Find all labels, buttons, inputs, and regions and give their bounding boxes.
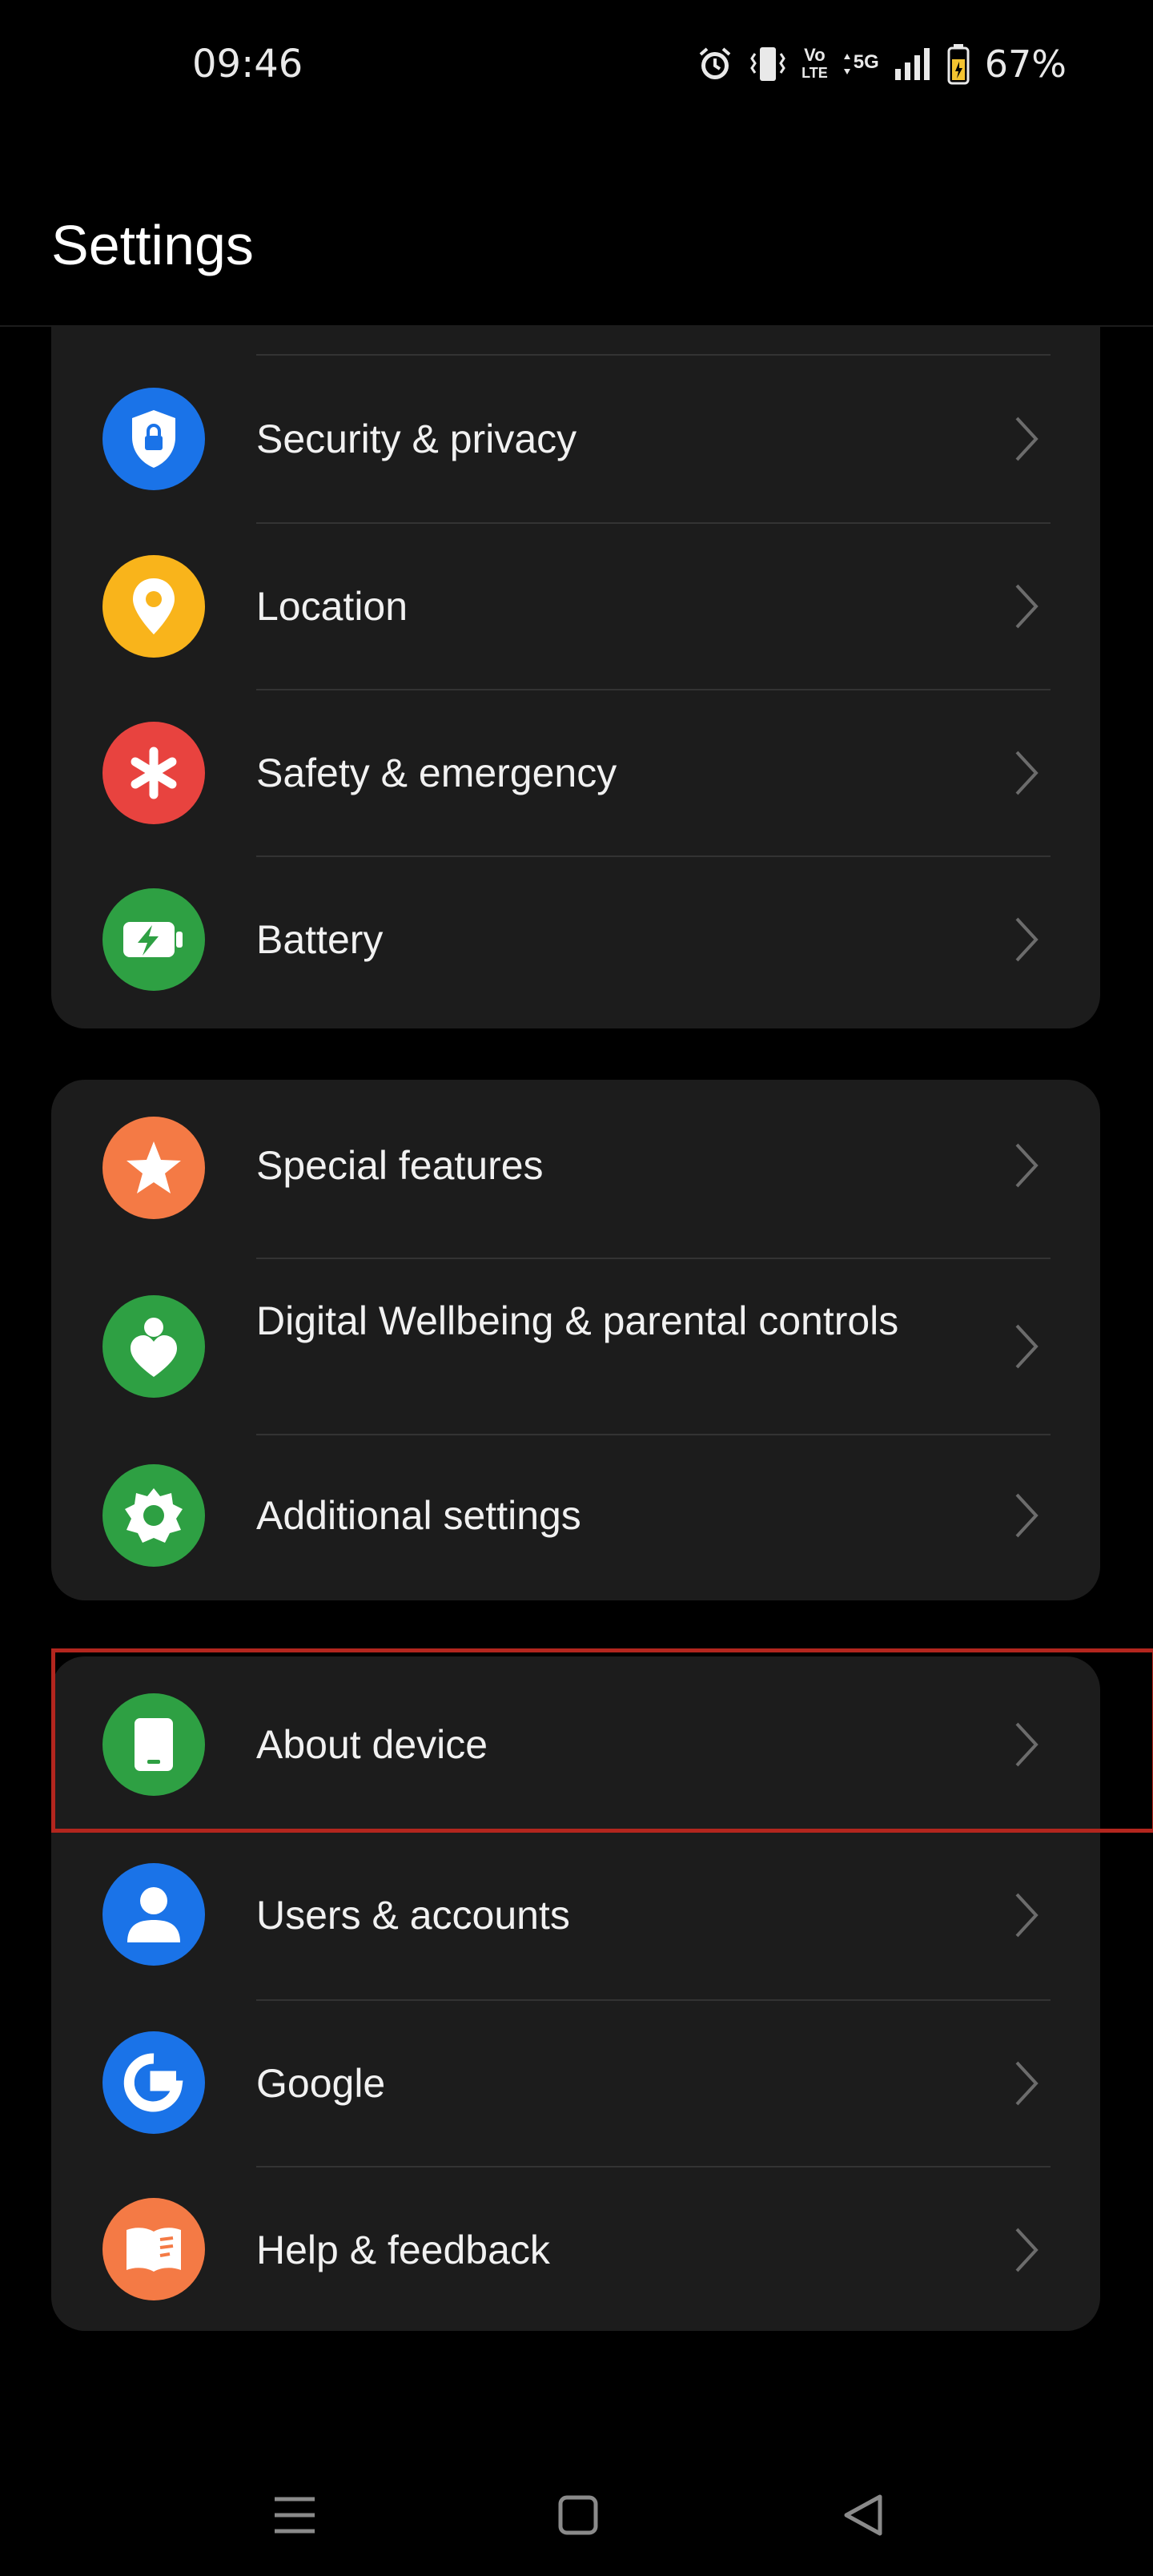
chevron-right-icon bbox=[1015, 1722, 1039, 1767]
chevron-right-icon bbox=[1015, 1893, 1039, 1938]
settings-item-special-features[interactable]: Special features bbox=[51, 1080, 1100, 1251]
settings-item-digital-wellbeing[interactable]: Digital Wellbeing & parental controls bbox=[51, 1259, 1100, 1434]
chevron-right-icon bbox=[1015, 751, 1039, 795]
settings-group-3: About device Users & accounts Google Hel… bbox=[51, 1656, 1100, 2331]
alarm-icon bbox=[696, 45, 734, 83]
menu-icon[interactable] bbox=[263, 2483, 327, 2547]
settings-item-safety-emergency[interactable]: Safety & emergency bbox=[51, 690, 1100, 855]
settings-item-google[interactable]: Google bbox=[51, 2001, 1100, 2166]
settings-item-label: Safety & emergency bbox=[256, 751, 617, 795]
volte-icon: Vo LTE bbox=[801, 46, 828, 82]
settings-item-label: Users & accounts bbox=[256, 1893, 570, 1938]
battery-bolt-icon bbox=[102, 888, 205, 991]
status-time: 09:46 bbox=[192, 42, 303, 87]
gear-icon bbox=[102, 1464, 205, 1567]
back-icon[interactable] bbox=[831, 2483, 895, 2547]
location-pin-icon bbox=[102, 555, 205, 658]
settings-item-users-accounts[interactable]: Users & accounts bbox=[51, 1833, 1100, 1998]
app-header: Settings bbox=[0, 136, 1153, 327]
settings-item-label: Digital Wellbeing & parental controls bbox=[256, 1298, 899, 1343]
chevron-right-icon bbox=[1015, 584, 1039, 629]
chevron-right-icon bbox=[1015, 1143, 1039, 1188]
google-icon bbox=[102, 2031, 205, 2134]
status-bar: 09:46 Vo LTE 5G 67% bbox=[0, 0, 1153, 136]
settings-item-location[interactable]: Location bbox=[51, 524, 1100, 689]
5g-icon: 5G bbox=[842, 52, 879, 76]
volte-label-bottom: LTE bbox=[801, 65, 828, 81]
vibrate-icon bbox=[749, 44, 787, 84]
settings-item-label: Battery bbox=[256, 917, 384, 962]
star-icon bbox=[102, 1117, 205, 1219]
settings-item-label: Google bbox=[256, 2061, 386, 2106]
volte-label-top: Vo bbox=[804, 45, 826, 65]
page-title: Settings bbox=[51, 214, 254, 276]
settings-item-security-privacy[interactable]: Security & privacy bbox=[51, 356, 1100, 522]
book-icon bbox=[102, 2198, 205, 2300]
settings-item-label: Help & feedback bbox=[256, 2228, 550, 2272]
settings-item-label: Security & privacy bbox=[256, 417, 577, 461]
shield-lock-icon bbox=[102, 388, 205, 490]
settings-item-battery[interactable]: Battery bbox=[51, 857, 1100, 1022]
settings-group-1: Security & privacy Location Safety & eme… bbox=[51, 327, 1100, 1028]
signal-icon bbox=[894, 45, 932, 83]
navigation-bar bbox=[0, 2451, 1153, 2576]
settings-item-label: About device bbox=[256, 1722, 488, 1767]
settings-item-additional-settings[interactable]: Additional settings bbox=[51, 1435, 1100, 1600]
settings-item-help-feedback[interactable]: Help & feedback bbox=[51, 2167, 1100, 2331]
settings-item-label: Location bbox=[256, 584, 408, 629]
settings-item-about-device[interactable]: About device bbox=[51, 1656, 1100, 1823]
chevron-right-icon bbox=[1015, 1324, 1039, 1369]
settings-item-label: Special features bbox=[256, 1143, 544, 1188]
asterisk-icon bbox=[102, 722, 205, 824]
chevron-right-icon bbox=[1015, 1493, 1039, 1538]
wellbeing-icon bbox=[102, 1295, 205, 1398]
phone-device-icon bbox=[102, 1693, 205, 1796]
chevron-right-icon bbox=[1015, 2228, 1039, 2272]
chevron-right-icon bbox=[1015, 2061, 1039, 2106]
chevron-right-icon bbox=[1015, 417, 1039, 461]
settings-group-2: Special features Digital Wellbeing & par… bbox=[51, 1080, 1100, 1600]
network-label: 5G bbox=[853, 51, 879, 73]
status-icons: Vo LTE 5G 67% bbox=[696, 40, 1067, 88]
battery-icon bbox=[946, 42, 970, 86]
user-icon bbox=[102, 1863, 205, 1966]
battery-percent: 67% bbox=[984, 42, 1067, 86]
home-icon[interactable] bbox=[546, 2483, 610, 2547]
settings-item-label: Additional settings bbox=[256, 1493, 581, 1538]
chevron-right-icon bbox=[1015, 917, 1039, 962]
